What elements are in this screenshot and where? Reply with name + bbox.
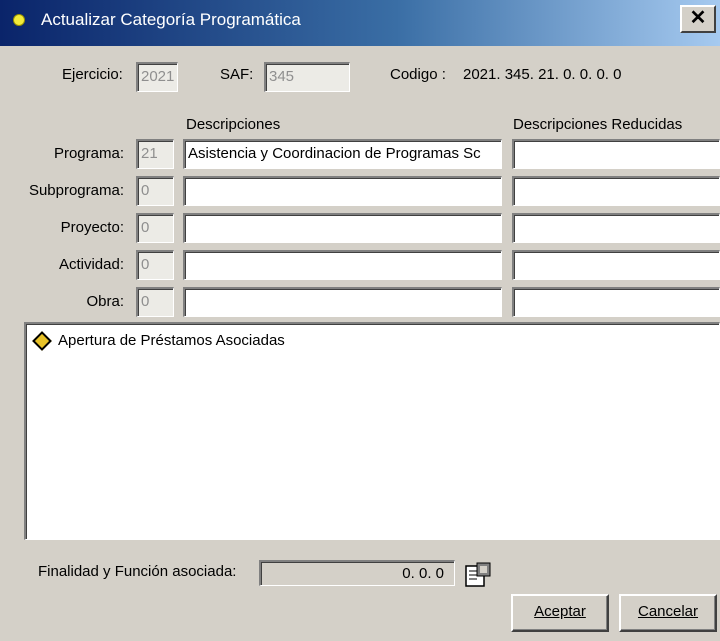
actividad-label: Actividad:	[58, 256, 124, 273]
obra-label: Obra:	[86, 293, 124, 310]
proyecto-descripcion-field[interactable]	[183, 213, 502, 243]
aceptar-button[interactable]: Aceptar	[511, 594, 609, 632]
descripciones-reducidas-header: Descripciones Reducidas	[513, 116, 683, 133]
finalidad-field: 0. 0. 0	[259, 560, 455, 586]
window-title: Actualizar Categoría Programática	[41, 10, 301, 29]
actividad-descripcion-field[interactable]	[183, 250, 502, 280]
prestamos-tree[interactable]: Apertura de Préstamos Asociadas	[24, 322, 720, 540]
codigo-value: 2021. 345. 21. 0. 0. 0. 0	[463, 66, 622, 83]
programa-descripcion-field[interactable]: Asistencia y Coordinacion de Programas S…	[183, 139, 502, 169]
programa-reducida-field[interactable]	[512, 139, 720, 169]
proyecto-label: Proyecto:	[60, 219, 124, 236]
ejercicio-label: Ejercicio:	[62, 66, 123, 83]
cancelar-button[interactable]: Cancelar	[619, 594, 717, 632]
subprograma-reducida-field[interactable]	[512, 176, 720, 206]
subprograma-descripcion-field[interactable]	[183, 176, 502, 206]
obra-descripcion-field[interactable]	[183, 287, 502, 317]
programa-code-field[interactable]: 21	[136, 139, 174, 169]
descripciones-header: Descripciones	[186, 116, 281, 133]
proyecto-code-field[interactable]: 0	[136, 213, 174, 243]
finalidad-label: Finalidad y Función asociada:	[38, 563, 237, 580]
close-button[interactable]: ✕	[680, 5, 716, 33]
obra-reducida-field[interactable]	[512, 287, 720, 317]
actividad-reducida-field[interactable]	[512, 250, 720, 280]
title-bar: Actualizar Categoría Programática ✕	[0, 0, 720, 46]
app-icon	[13, 14, 25, 26]
saf-field[interactable]: 345	[264, 62, 350, 92]
programa-label: Programa:	[53, 145, 124, 162]
book-icon	[32, 331, 52, 351]
saf-label: SAF:	[220, 66, 254, 83]
proyecto-reducida-field[interactable]	[512, 213, 720, 243]
subprograma-code-field[interactable]: 0	[136, 176, 174, 206]
obra-code-field[interactable]: 0	[136, 287, 174, 317]
tree-item-apertura-prestamos[interactable]: Apertura de Préstamos Asociadas	[58, 332, 285, 349]
properties-icon[interactable]	[463, 561, 493, 589]
subprograma-label: Subprograma:	[28, 182, 124, 199]
codigo-label: Codigo :	[390, 66, 446, 83]
ejercicio-field[interactable]: 2021	[136, 62, 178, 92]
actividad-code-field[interactable]: 0	[136, 250, 174, 280]
